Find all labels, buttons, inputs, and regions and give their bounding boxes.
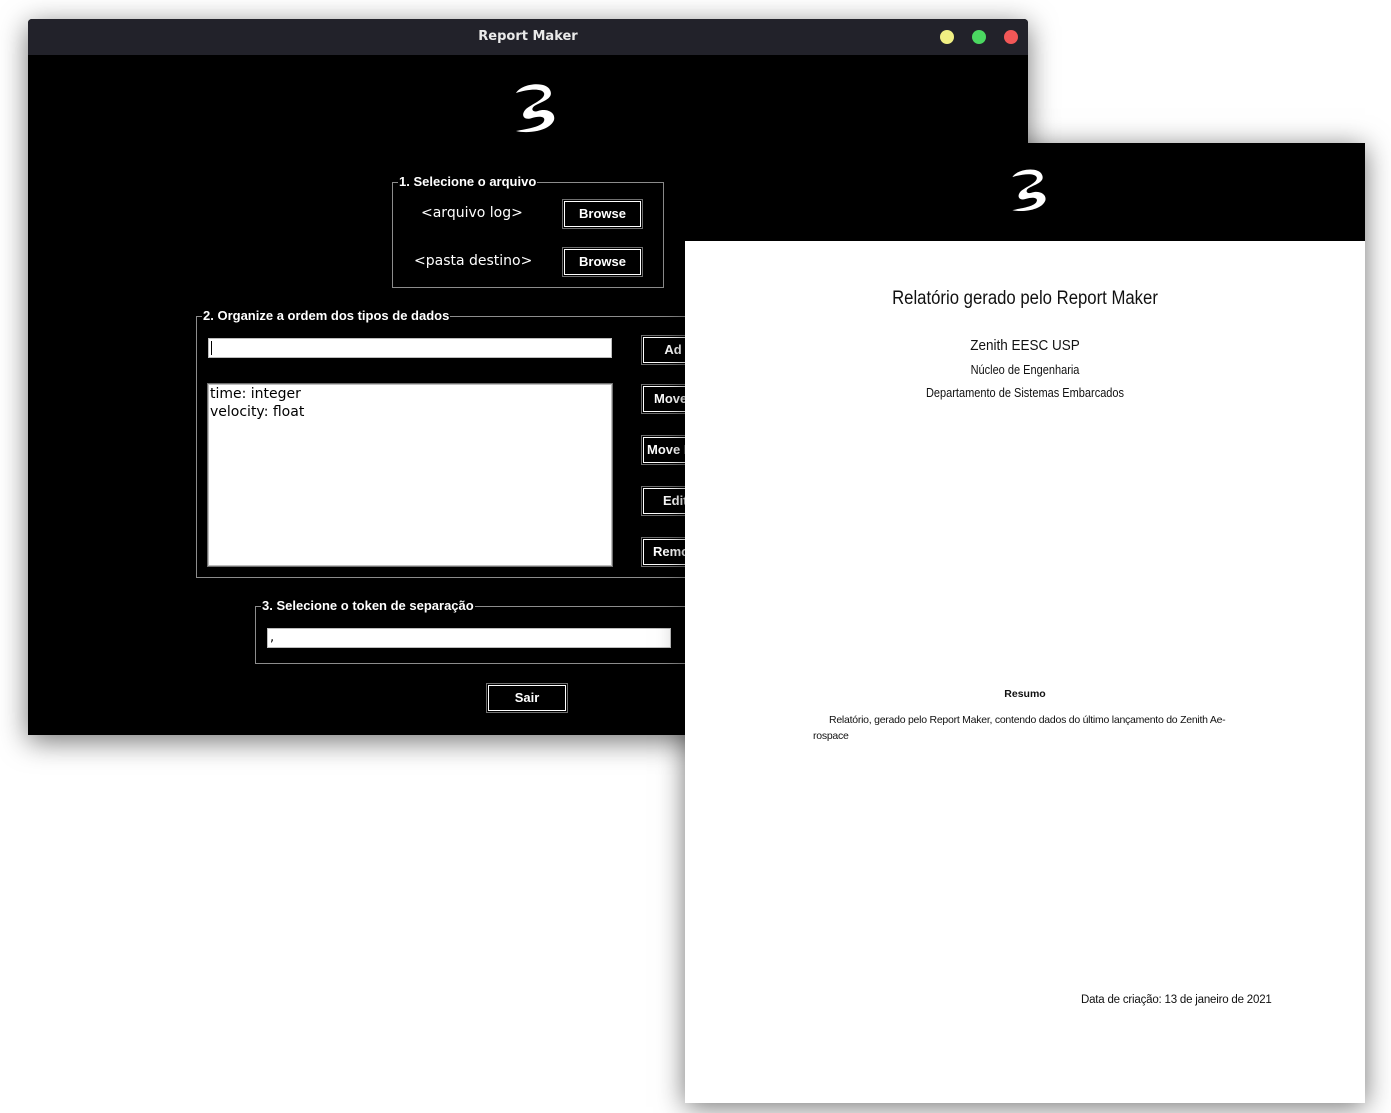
data-type-input[interactable]	[208, 338, 612, 358]
select-file-legend: 1. Selecione o arquivo	[398, 174, 538, 190]
nucleo-name: Núcleo de Engenharia	[970, 363, 1080, 377]
department-name: Departamento de Sistemas Embarcados	[925, 386, 1125, 400]
abstract-heading: Resumo	[1004, 688, 1046, 700]
pdf-report-page: Relatório gerado pelo Report Maker Zenit…	[685, 143, 1365, 1103]
abstract-body: Relatório, gerado pelo Report Maker, con…	[813, 714, 1226, 742]
separator-token-value: ,	[270, 630, 275, 645]
data-types-legend: 2. Organize a ordem dos tipos de dados	[202, 308, 451, 324]
data-types-group: 2. Organize a ordem dos tipos de dados t…	[196, 308, 705, 578]
browse-dest-button[interactable]: Browse	[562, 247, 643, 277]
pdf-header	[685, 143, 1365, 241]
text-cursor	[211, 340, 212, 355]
dest-folder-label: <pasta destino>	[414, 253, 533, 269]
list-item[interactable]: time: integer	[209, 385, 611, 403]
browse-log-button[interactable]: Browse	[562, 199, 643, 229]
window-titlebar[interactable]: Report Maker	[28, 19, 1028, 55]
maximize-button[interactable]	[972, 30, 986, 44]
separator-token-input[interactable]: ,	[267, 628, 671, 648]
minimize-button[interactable]	[940, 30, 954, 44]
report-title: Relatório gerado pelo Report Maker	[892, 288, 1158, 309]
exit-button[interactable]: Sair	[486, 683, 568, 713]
organization-name: Zenith EESC USP	[970, 337, 1080, 354]
select-file-group: 1. Selecione o arquivo <arquivo log> Bro…	[392, 174, 664, 288]
close-button[interactable]	[1004, 30, 1018, 44]
zenith-logo-icon	[516, 84, 555, 133]
abstract-text: Relatório, gerado pelo Report Maker, con…	[813, 712, 1243, 744]
creation-date: Data de criação: 13 de janeiro de 2021	[1081, 994, 1272, 1006]
separator-token-legend: 3. Selecione o token de separação	[261, 598, 475, 614]
data-types-list[interactable]: time: integer velocity: float	[207, 383, 613, 567]
list-item[interactable]: velocity: float	[209, 403, 611, 421]
window-title: Report Maker	[478, 29, 578, 44]
zenith-logo-icon	[1012, 169, 1046, 212]
separator-token-group: 3. Selecione o token de separação ,	[255, 598, 695, 664]
log-file-label: <arquivo log>	[421, 205, 523, 221]
